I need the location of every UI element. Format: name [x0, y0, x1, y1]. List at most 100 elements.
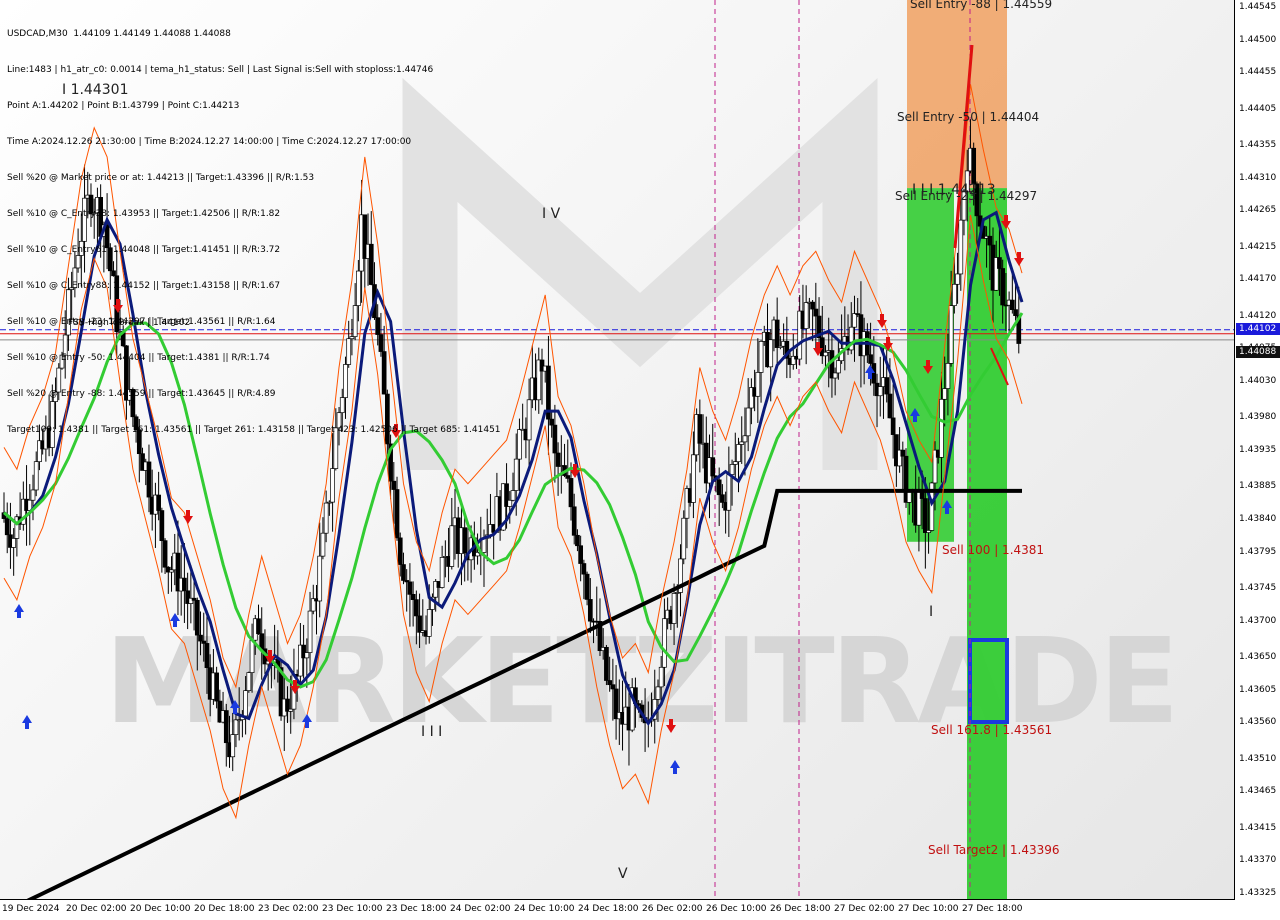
candle-body [233, 719, 239, 735]
candle-body [836, 360, 841, 374]
price-tick-label: 1.43840 [1239, 513, 1277, 524]
candle-body [204, 643, 210, 669]
candle-body [810, 301, 815, 310]
candle-body [510, 490, 516, 501]
time-tick-label: 27 Dec 02:00 [834, 904, 895, 914]
candle-body [182, 577, 187, 592]
candle-body [198, 634, 203, 642]
sell-signal-arrow [1014, 252, 1024, 266]
candle-body [397, 537, 403, 565]
candle-body [955, 273, 960, 285]
candle-body [401, 564, 406, 581]
candle-body [330, 468, 335, 503]
candle-body [230, 734, 236, 758]
candle-body [939, 398, 944, 458]
candle-body [923, 498, 928, 533]
candle-body [214, 672, 219, 702]
price-tick-label: 1.43745 [1239, 582, 1277, 593]
candle-body [823, 351, 828, 357]
candle-body [391, 480, 397, 490]
wave-iv-label: I V [542, 206, 561, 222]
price-tick-label: 1.43415 [1239, 822, 1277, 833]
candle-body [726, 474, 732, 511]
price-tick-label: 1.44170 [1239, 274, 1277, 285]
info-line: Sell %10 @ Entry -50: 1.44404 || Target:… [7, 353, 270, 363]
candle-body [1009, 299, 1015, 310]
time-tick-label: 27 Dec 10:00 [898, 904, 959, 914]
candle-body [526, 399, 532, 441]
chart-plot-area[interactable]: MARKETZITRADE USDCAD,M30 1.44109 1.44149… [0, 0, 1235, 900]
candle-body [571, 506, 577, 536]
candle-body [971, 147, 977, 185]
time-tick-label: 20 Dec 10:00 [130, 904, 191, 914]
time-tick-label: 24 Dec 10:00 [514, 904, 575, 914]
sell-target2-label: Sell Target2 | 1.43396 [928, 843, 1060, 857]
price-tick-label: 1.43935 [1239, 445, 1277, 455]
info-line: Target100: 1.4381 || Target 161: 1.43561… [7, 425, 501, 435]
price-tick-label: 1.44500 [1239, 34, 1277, 45]
candle-body [755, 372, 761, 397]
candle-body [871, 363, 877, 384]
candle-body [317, 555, 323, 602]
time-tick-label: 23 Dec 18:00 [386, 904, 447, 914]
candle-body [159, 510, 165, 541]
info-line: Point A:1.44202 | Point B:1.43799 | Poin… [7, 101, 240, 111]
candle-body [691, 454, 696, 503]
candle-body [739, 441, 745, 445]
price-tick-label: 1.44545 [1239, 2, 1277, 12]
candle-body [720, 494, 725, 503]
candle-body [246, 672, 252, 691]
candle-body [439, 557, 445, 588]
candle-body [30, 489, 36, 501]
candle-body [997, 257, 1002, 269]
candle-body [658, 666, 664, 688]
price-tick-label: 1.43605 [1239, 684, 1277, 695]
candle-body [417, 615, 422, 633]
time-tick-label: 26 Dec 02:00 [642, 904, 703, 914]
candle-body [655, 686, 661, 700]
candle-body [681, 517, 687, 560]
candle-body [256, 618, 261, 635]
price-tick-label: 1.44215 [1239, 241, 1277, 252]
break-price-tag: 1.44102 [1236, 322, 1280, 335]
candle-body [156, 494, 161, 511]
candle-body [394, 489, 400, 539]
candle-body [832, 372, 838, 379]
buy-signal-arrow [14, 604, 24, 618]
candle-body [587, 599, 593, 622]
candle-body [307, 610, 313, 653]
candle-body [697, 414, 703, 444]
info-line: Time A:2024.12.26 21:30:00 | Time B:2024… [7, 137, 412, 147]
time-axis: 19 Dec 2024 20 Dec 02:00 20 Dec 10:00 20 De… [0, 900, 1236, 920]
price-tick-label: 1.43795 [1239, 546, 1277, 557]
price-tick-label: 1.44310 [1239, 172, 1277, 183]
buy-signal-arrow [670, 760, 680, 774]
wave-i-label: I 1.44301 [62, 82, 129, 98]
candle-body [146, 461, 152, 498]
candle-body [1000, 268, 1006, 306]
info-line: Sell %20 @ Market price or at: 1.44213 |… [7, 173, 315, 183]
candle-body [584, 573, 590, 600]
candle-body [259, 633, 265, 650]
price-tick-label: 1.43325 [1239, 888, 1277, 898]
candle-body [481, 537, 487, 553]
sell-100-label: Sell 100 | 1.4381 [942, 543, 1045, 557]
candle-body [662, 618, 667, 668]
candle-body [852, 313, 857, 328]
price-tick-label: 1.43885 [1239, 481, 1277, 492]
candle-body [249, 639, 255, 673]
candle-body [449, 525, 455, 567]
candle-body [671, 593, 677, 624]
candle-body [736, 444, 741, 463]
candle-body [33, 461, 39, 491]
time-tick-label: 19 Dec 2024 [2, 904, 60, 914]
candle-body [414, 599, 419, 617]
info-line: Sell %10 @ C_Entry61: 1.44048 || Target:… [7, 245, 281, 255]
candle-body [194, 599, 200, 636]
price-tick-label: 1.44030 [1239, 376, 1277, 386]
sell-entry-88-label: Sell Entry -88 | 1.44559 [910, 0, 1053, 11]
time-tick-label: 23 Dec 10:00 [322, 904, 383, 914]
wave-c-label: I I I 1.44213 [912, 182, 996, 198]
time-tick-label: 26 Dec 10:00 [706, 904, 767, 914]
candle-body [549, 418, 555, 426]
